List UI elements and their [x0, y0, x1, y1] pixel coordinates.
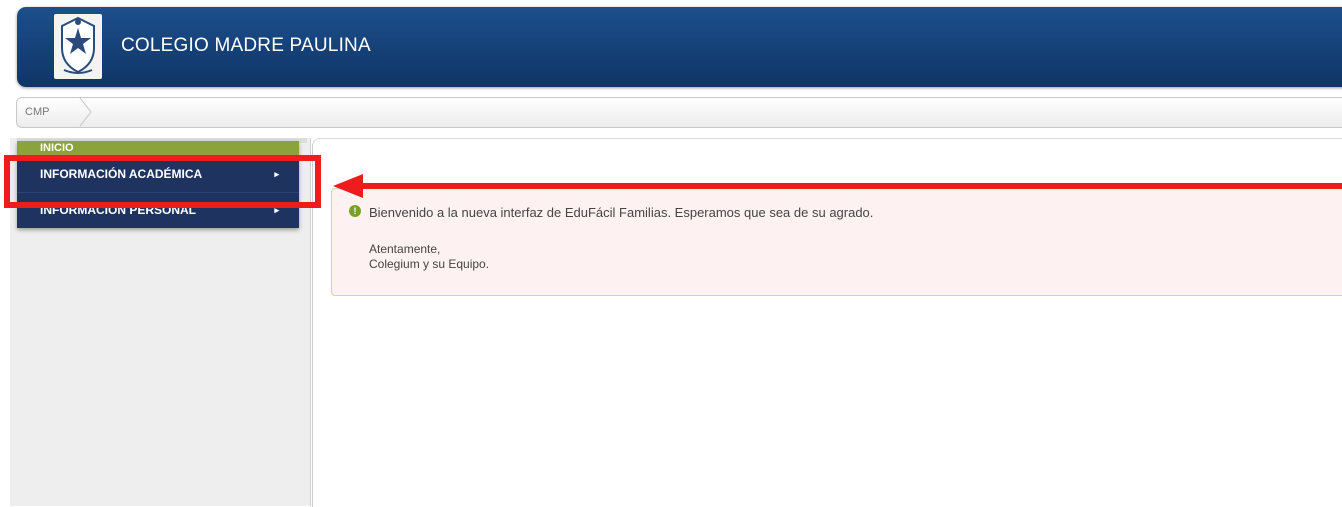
- info-icon: !: [349, 205, 361, 217]
- highlight-box-annotation: [4, 155, 321, 208]
- school-title: COLEGIO MADRE PAULINA: [121, 35, 371, 56]
- chevron-right-icon: [79, 97, 92, 127]
- breadcrumb: CMP: [16, 97, 1342, 128]
- school-crest-logo[interactable]: [54, 14, 102, 79]
- arrow-left-annotation-icon: [333, 174, 1342, 198]
- breadcrumb-item-cmp[interactable]: CMP: [25, 106, 49, 118]
- signature-line-2: Colegium y su Equipo.: [369, 257, 490, 271]
- menu-item-inicio[interactable]: INICIO: [17, 141, 299, 156]
- app-header: COLEGIO MADRE PAULINA: [17, 7, 1342, 87]
- signature-line-1: Atentamente,: [369, 242, 441, 256]
- welcome-alert: ! Bienvenido a la nueva interfaz de EduF…: [331, 188, 1342, 296]
- welcome-message: Bienvenido a la nueva interfaz de EduFác…: [369, 205, 874, 220]
- menu-item-label: INICIO: [40, 142, 74, 154]
